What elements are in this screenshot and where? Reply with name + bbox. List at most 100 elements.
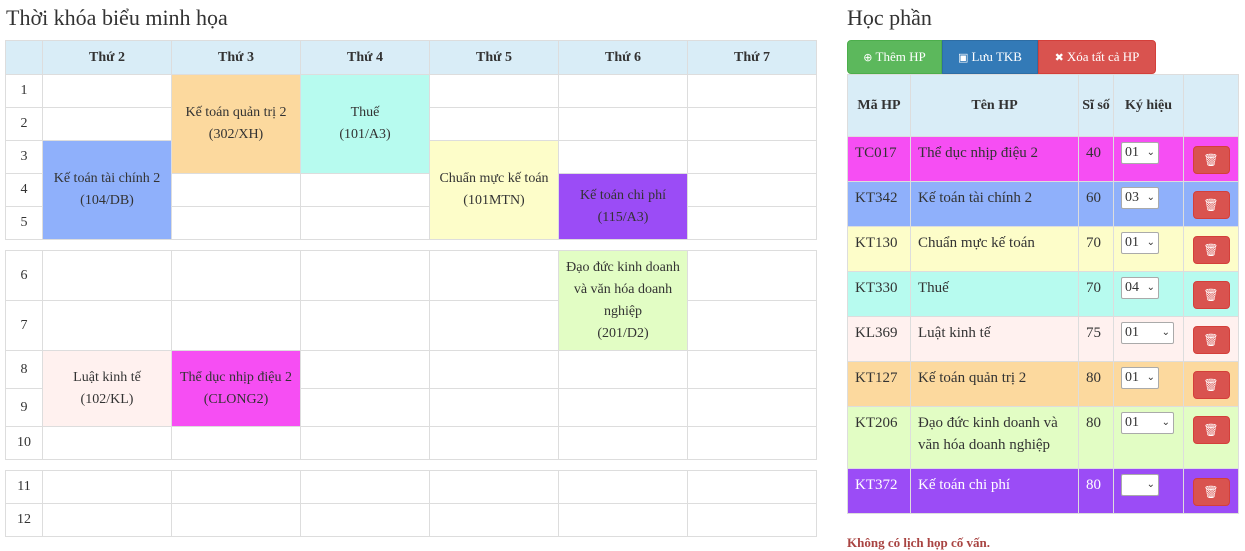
period-number: 5 (5, 206, 43, 240)
course-block[interactable]: Luật kinh tế (102/KL) (42, 350, 172, 427)
slot[interactable] (171, 173, 301, 207)
course-room: (104/DB) (80, 193, 134, 208)
slot[interactable] (171, 426, 301, 460)
slot[interactable] (429, 300, 559, 351)
slot[interactable] (171, 503, 301, 537)
slot[interactable] (687, 140, 817, 174)
course-table: Mã HP Tên HP Sĩ số Ký hiệu TC017 Thể dục … (847, 74, 1239, 514)
slot[interactable] (558, 140, 688, 174)
slot[interactable] (300, 470, 430, 504)
slot[interactable] (558, 470, 688, 504)
course-row[interactable]: KT342 Kế toán tài chính 2 60 03 ⌄ 🗑 (847, 181, 1239, 227)
slot[interactable] (171, 470, 301, 504)
symbol-select[interactable]: 01 ⌄ (1121, 367, 1159, 389)
course-block[interactable]: Kế toán tài chính 2 (104/DB) (42, 140, 172, 240)
slot[interactable] (687, 107, 817, 141)
slot[interactable] (42, 74, 172, 108)
slot[interactable] (558, 350, 688, 389)
delete-button[interactable]: 🗑 (1192, 416, 1230, 444)
slot[interactable] (558, 388, 688, 427)
day-header: Thứ 5 (429, 40, 559, 75)
delete-button[interactable]: 🗑 (1192, 326, 1230, 354)
slot[interactable] (429, 74, 559, 108)
action-cell: 🗑 (1183, 406, 1239, 469)
slot[interactable] (558, 74, 688, 108)
course-block[interactable]: Kế toán chi phí (115/A3) (558, 173, 688, 240)
course-row[interactable]: KT127 Kế toán quản trị 2 80 01 ⌄ 🗑 (847, 361, 1239, 407)
slot[interactable] (171, 206, 301, 240)
delete-button[interactable]: 🗑 (1192, 146, 1230, 174)
slot[interactable] (558, 503, 688, 537)
slot[interactable] (300, 388, 430, 427)
slot[interactable] (429, 470, 559, 504)
slot[interactable] (687, 250, 817, 301)
save-timetable-button[interactable]: ▣ Lưu TKB (942, 40, 1038, 74)
slot[interactable] (300, 426, 430, 460)
slot[interactable] (42, 426, 172, 460)
slot[interactable] (171, 250, 301, 301)
slot[interactable] (687, 74, 817, 108)
period-number: 1 (5, 74, 43, 108)
col-header-name: Tên HP (910, 74, 1079, 137)
symbol-select[interactable]: 01 ⌄ (1121, 142, 1159, 164)
symbol-select[interactable]: 01 ⌄ (1121, 474, 1159, 496)
slot[interactable] (687, 503, 817, 537)
course-block[interactable]: Thuế (101/A3) (300, 74, 430, 174)
slot[interactable] (687, 350, 817, 389)
slot[interactable] (42, 250, 172, 301)
course-block[interactable]: Kế toán quản trị 2 (302/XH) (171, 74, 301, 174)
symbol-select[interactable]: 03 ⌄ (1121, 187, 1159, 209)
slot[interactable] (300, 250, 430, 301)
course-block[interactable]: Đạo đức kinh doanh và văn hóa doanh nghi… (558, 250, 688, 351)
delete-button[interactable]: 🗑 (1192, 236, 1230, 264)
course-block[interactable]: Chuẩn mực kế toán (101MTN) (429, 140, 559, 240)
course-row[interactable]: KT372 Kế toán chi phí 80 01 ⌄ 🗑 (847, 468, 1239, 514)
slot[interactable] (429, 250, 559, 301)
delete-button[interactable]: 🗑 (1192, 371, 1230, 399)
slot[interactable] (300, 300, 430, 351)
symbol-select[interactable]: 01 ⌄ (1121, 412, 1174, 434)
slot[interactable] (300, 503, 430, 537)
slot[interactable] (687, 300, 817, 351)
delete-button[interactable]: 🗑 (1192, 191, 1230, 219)
slot[interactable] (558, 107, 688, 141)
slot[interactable] (429, 107, 559, 141)
slot[interactable] (687, 470, 817, 504)
course-count: 60 (1078, 181, 1114, 227)
course-row[interactable]: TC017 Thể dục nhịp điệu 2 40 01 ⌄ 🗑 (847, 136, 1239, 182)
clear-all-button[interactable]: ✖ Xóa tất cả HP (1038, 40, 1156, 74)
slot[interactable] (429, 503, 559, 537)
delete-button[interactable]: 🗑 (1192, 281, 1230, 309)
slot[interactable] (42, 107, 172, 141)
course-row[interactable]: KT130 Chuẩn mực kế toán 70 01 ⌄ 🗑 (847, 226, 1239, 272)
slot[interactable] (429, 388, 559, 427)
session-divider (5, 459, 817, 471)
course-name: Luật kinh tế (73, 369, 141, 385)
slot[interactable] (687, 206, 817, 240)
slot[interactable] (687, 173, 817, 207)
symbol-select[interactable]: 04 ⌄ (1121, 277, 1159, 299)
slot[interactable] (300, 173, 430, 207)
slot[interactable] (558, 426, 688, 460)
course-title: Thể dục nhịp điệu 2 (910, 136, 1079, 182)
symbol-select[interactable]: 01 ⌄ (1121, 232, 1159, 254)
delete-button[interactable]: 🗑 (1192, 478, 1230, 506)
slot[interactable] (687, 388, 817, 427)
symbol-select[interactable]: 01 ⌄ (1121, 322, 1174, 344)
course-row[interactable]: KT330 Thuế 70 04 ⌄ 🗑 (847, 271, 1239, 317)
course-title: Kế toán chi phí (910, 468, 1079, 514)
slot[interactable] (171, 300, 301, 351)
course-block[interactable]: Thể dục nhịp điệu 2 (CLONG2) (171, 350, 301, 427)
add-course-button[interactable]: ⊕ Thêm HP (847, 40, 942, 74)
slot[interactable] (42, 503, 172, 537)
slot[interactable] (42, 300, 172, 351)
slot[interactable] (429, 350, 559, 389)
slot[interactable] (42, 470, 172, 504)
slot[interactable] (300, 206, 430, 240)
slot[interactable] (429, 426, 559, 460)
symbol-value: 01 (1125, 235, 1139, 250)
course-row[interactable]: KL369 Luật kinh tế 75 01 ⌄ 🗑 (847, 316, 1239, 362)
slot[interactable] (687, 426, 817, 460)
course-row[interactable]: KT206 Đạo đức kinh doanh và văn hóa doanh… (847, 406, 1239, 469)
slot[interactable] (300, 350, 430, 389)
